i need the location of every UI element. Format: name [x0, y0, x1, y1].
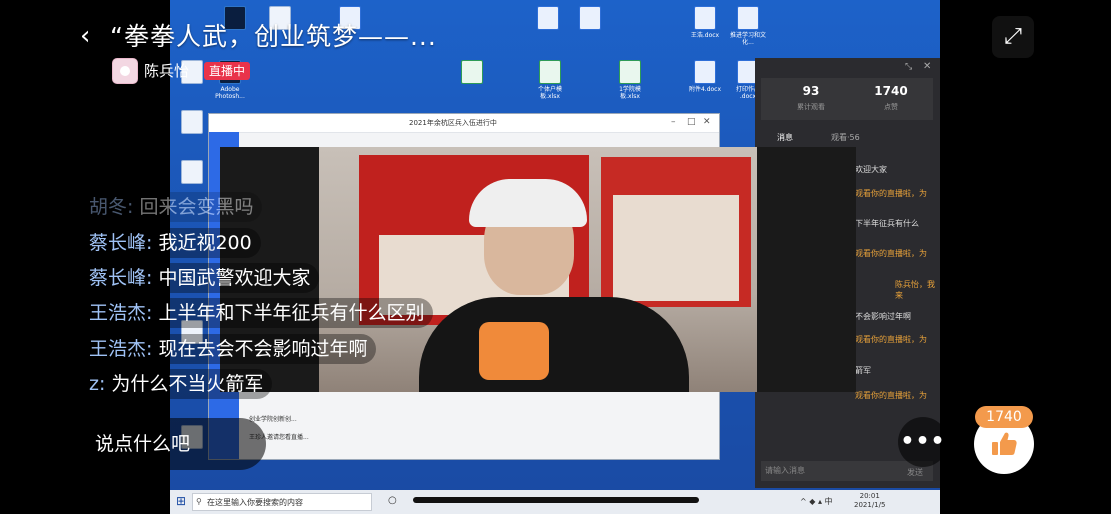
panel-message: 欢迎大家	[855, 165, 887, 174]
desktop-icon-label: 个体户模板.xlsx	[537, 86, 562, 100]
viewer-count-label: 累计观看	[797, 103, 825, 111]
host-avatar[interactable]	[112, 58, 138, 84]
comment-item: 胡冬: 回来会变黑吗	[80, 192, 263, 222]
desktop-icon[interactable]: 个体户模板.xlsx	[530, 60, 570, 100]
home-indicator[interactable]	[413, 497, 699, 503]
comment-user[interactable]: 蔡长峰:	[89, 267, 152, 289]
windows-start-icon[interactable]: ⊞	[176, 494, 186, 508]
desktop-icon[interactable]: 王浩.docx	[685, 6, 725, 39]
comment-item: 王浩杰: 现在去会不会影响过年啊	[80, 334, 377, 364]
app-window-titlebar: 2021年余杭区兵入伍进行中 – □ ✕	[209, 114, 719, 133]
word-doc-icon	[694, 6, 716, 30]
person-cap	[469, 179, 587, 227]
desktop-icon[interactable]	[172, 160, 212, 186]
system-tray[interactable]: ^ ◆ ▴ 中	[800, 496, 833, 507]
excel-icon	[619, 60, 641, 84]
list-item-label: 创业学院创新创...	[249, 416, 297, 423]
desktop-icon-label: 推进学习和文化...	[729, 32, 766, 46]
live-title: “拳拳人武，创业筑梦——...	[110, 22, 437, 51]
desktop-icon-label: 附件4.docx	[688, 86, 722, 93]
word-doc-icon	[579, 6, 601, 30]
viewer-count: 93	[802, 84, 820, 98]
thumbs-up-icon	[992, 432, 1017, 455]
comment-text: 现在去会不会影响过年啊	[158, 338, 368, 360]
comment-text: 上半年和下半年征兵有什么区别	[158, 302, 425, 324]
panel-send-button[interactable]: 发送	[907, 467, 923, 478]
tab-messages[interactable]: 消息	[777, 132, 793, 143]
panel-message: 观看你的直播啦，为	[855, 391, 927, 400]
comment-user[interactable]: 王浩杰:	[89, 302, 152, 324]
maximize-icon[interactable]: □	[687, 117, 696, 127]
list-item[interactable]: 创业学院创新创...	[249, 414, 297, 423]
panel-message: 观看你的直播啦，为	[855, 335, 927, 344]
panel-message: 下半年征兵有什么	[855, 219, 919, 228]
comment-item: z: 为什么不当火箭军	[80, 369, 273, 399]
excel-icon	[461, 60, 483, 84]
panel-message: 不会影响过年啊	[855, 312, 911, 321]
comment-user[interactable]: 胡冬:	[89, 196, 133, 218]
collapse-icon[interactable]: ⤡	[905, 62, 912, 72]
word-doc-icon	[737, 6, 759, 30]
taskbar-time: 20:01	[859, 492, 880, 500]
desktop-icon[interactable]	[528, 6, 568, 32]
panel-message: 陈兵怡，我来	[895, 280, 935, 300]
desktop-icon-label: Adobe Photosh...	[215, 86, 245, 100]
excel-icon	[539, 60, 561, 84]
recycle-bin-icon	[181, 160, 203, 184]
stats-box: 93 累计观看 1740 点赞	[761, 78, 933, 120]
panel-message: 箭军	[855, 366, 871, 375]
live-stream-screen: 王浩.docx 推进学习和文化... Adobe Photosh... 个体户模…	[0, 0, 1111, 514]
desktop-icon[interactable]	[570, 6, 610, 32]
tab-viewers[interactable]: 观看·56	[831, 132, 860, 143]
word-doc-icon	[694, 60, 716, 84]
search-icon: ⚲	[196, 497, 202, 506]
comment-text: 为什么不当火箭军	[111, 373, 264, 395]
comment-user[interactable]: 蔡长峰:	[89, 232, 152, 254]
back-arrow-icon[interactable]: ‹	[80, 22, 90, 50]
comment-item: 蔡长峰: 中国武警欢迎大家	[80, 263, 320, 293]
comment-item: 蔡长峰: 我近视200	[80, 228, 261, 258]
comment-user[interactable]: z:	[89, 373, 105, 395]
close-icon[interactable]: ✕	[703, 117, 711, 127]
taskbar-date: 2021/1/5	[854, 501, 886, 509]
word-doc-icon	[537, 6, 559, 30]
host-name[interactable]: 陈兵怡	[144, 61, 189, 81]
comment-item: 王浩杰: 上半年和下半年征兵有什么区别	[80, 298, 434, 328]
like-total-label: 点赞	[884, 103, 898, 111]
video-scene	[319, 147, 757, 392]
desktop-icon-label: 1学院模板.xlsx	[619, 86, 641, 100]
wall-poster	[601, 157, 751, 307]
panel-message: 观看你的直播啦，为	[855, 249, 927, 258]
comment-text: 我近视200	[158, 232, 252, 254]
panel-message: 观看你的直播啦，为	[855, 189, 927, 198]
app-window-title: 2021年余杭区兵入伍进行中	[409, 119, 497, 127]
edge-browser-icon	[181, 110, 203, 134]
minimize-icon[interactable]: –	[671, 117, 676, 127]
desktop-icon[interactable]	[172, 110, 212, 136]
taskbar-clock[interactable]: 20:01 2021/1/5	[854, 492, 885, 510]
comment-input[interactable]: 说点什么吧	[78, 418, 266, 470]
task-view-icon[interactable]: ○	[388, 495, 397, 506]
desktop-icon[interactable]: 1学院模板.xlsx	[610, 60, 650, 100]
desktop-icon[interactable]: 推进学习和文化...	[728, 6, 768, 46]
ime-indicator[interactable]: 中	[825, 497, 833, 506]
comment-text: 中国武警欢迎大家	[158, 267, 311, 289]
more-horizontal-icon[interactable]: •••	[898, 417, 948, 467]
phone	[479, 322, 549, 380]
desktop-icon[interactable]	[452, 60, 492, 86]
desktop-icon[interactable]: 附件4.docx	[685, 60, 725, 93]
taskbar-search-input[interactable]: 在这里输入你要搜索的内容	[192, 493, 372, 511]
comment-user[interactable]: 王浩杰:	[89, 338, 152, 360]
live-status-badge: 直播中	[204, 62, 251, 80]
person	[419, 297, 689, 392]
like-count-badge: 1740	[975, 406, 1033, 428]
like-total: 1740	[874, 84, 908, 98]
taskbar-search-text: 在这里输入你要搜索的内容	[207, 498, 303, 507]
screen-rotate-icon[interactable]: ⤢	[992, 16, 1034, 58]
desktop-icon-label: 王浩.docx	[690, 32, 720, 39]
close-icon[interactable]: ✕	[923, 61, 931, 72]
comment-text: 回来会变黑吗	[139, 196, 254, 218]
